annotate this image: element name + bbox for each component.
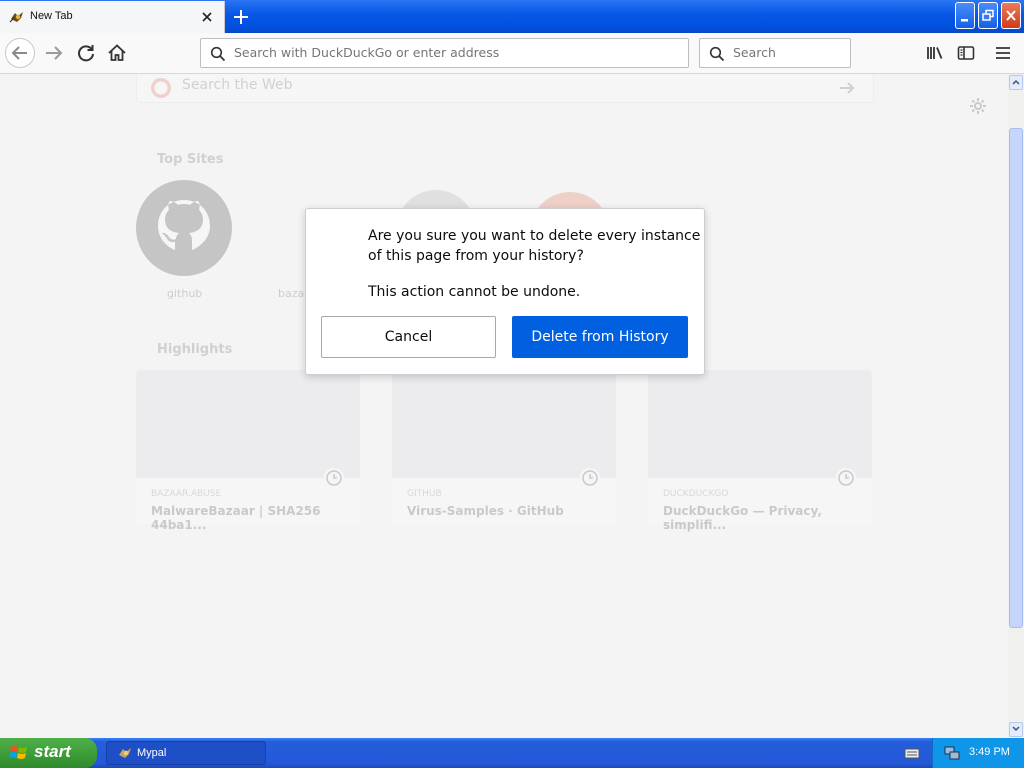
highlight-thumbnail bbox=[392, 370, 616, 478]
start-label: start bbox=[34, 742, 71, 761]
clock: 3:49 PM bbox=[969, 746, 1010, 758]
back-arrow-icon bbox=[11, 46, 27, 60]
cancel-button[interactable]: Cancel bbox=[321, 316, 496, 358]
search-input[interactable] bbox=[731, 44, 845, 61]
close-tab-icon[interactable] bbox=[198, 8, 216, 26]
highlight-source: BAZAAR.ABUSE bbox=[151, 489, 222, 499]
vertical-scrollbar[interactable] bbox=[1008, 74, 1024, 738]
hamburger-menu-icon bbox=[996, 47, 1010, 59]
mypal-favicon-icon bbox=[119, 748, 131, 758]
highlight-card[interactable]: BAZAAR.ABUSE MalwareBazaar | SHA256 44ba… bbox=[136, 370, 360, 532]
highlight-source: GITHUB bbox=[407, 489, 442, 499]
close-window-button[interactable] bbox=[1001, 2, 1021, 29]
highlight-title: DuckDuckGo — Privacy, simplifi... bbox=[663, 504, 822, 532]
chevron-up-icon bbox=[1012, 79, 1020, 85]
web-search-placeholder: Search the Web bbox=[182, 77, 293, 93]
scroll-thumb[interactable] bbox=[1009, 128, 1023, 628]
top-sites-title: Top Sites bbox=[157, 152, 224, 167]
web-search-box[interactable]: Search the Web bbox=[136, 74, 874, 103]
mypal-favicon-icon bbox=[9, 12, 23, 23]
clock-icon bbox=[580, 468, 600, 488]
minimize-icon bbox=[961, 19, 968, 22]
tab-new-tab[interactable]: New Tab bbox=[0, 1, 225, 33]
url-bar[interactable] bbox=[200, 38, 689, 68]
taskbar: start Mypal 3:49 PM bbox=[0, 738, 1024, 768]
new-tab-page: Search the Web Top Sites github bazaar H… bbox=[0, 74, 1008, 738]
highlight-title: Virus-Samples · GitHub bbox=[407, 504, 564, 518]
search-icon bbox=[210, 46, 226, 62]
highlight-thumbnail bbox=[648, 370, 872, 478]
taskbar-item-mypal[interactable]: Mypal bbox=[106, 741, 266, 765]
reload-button[interactable] bbox=[72, 39, 100, 67]
forward-arrow-icon bbox=[46, 46, 63, 60]
taskbar-item-label: Mypal bbox=[137, 747, 167, 759]
network-icon[interactable] bbox=[943, 745, 961, 761]
start-button[interactable]: start bbox=[0, 738, 97, 768]
tab-title: New Tab bbox=[30, 10, 73, 22]
search-bar[interactable] bbox=[699, 38, 851, 68]
gear-icon[interactable] bbox=[968, 96, 988, 116]
duckduckgo-logo-icon bbox=[151, 78, 171, 98]
search-go-arrow-icon[interactable] bbox=[837, 78, 857, 98]
menu-button[interactable] bbox=[989, 39, 1017, 67]
nav-toolbar bbox=[0, 33, 1024, 74]
top-site-label: github bbox=[167, 287, 203, 300]
minimize-button[interactable] bbox=[955, 2, 975, 29]
title-bar: New Tab bbox=[0, 0, 1024, 33]
url-input[interactable] bbox=[232, 44, 676, 61]
library-button[interactable] bbox=[921, 39, 949, 67]
github-logo-icon bbox=[136, 180, 232, 276]
delete-history-dialog: Are you sure you want to delete every in… bbox=[305, 208, 705, 375]
close-icon bbox=[1006, 10, 1016, 21]
restore-button[interactable] bbox=[978, 2, 998, 29]
sidebar-icon bbox=[957, 46, 975, 60]
highlights-title: Highlights bbox=[157, 342, 233, 357]
chevron-down-icon bbox=[1012, 726, 1020, 732]
scroll-up-button[interactable] bbox=[1009, 75, 1023, 90]
delete-from-history-button[interactable]: Delete from History bbox=[512, 316, 688, 358]
highlight-source: DUCKDUCKGO bbox=[663, 489, 729, 499]
windows-logo-icon bbox=[9, 746, 27, 759]
highlight-thumbnail bbox=[136, 370, 360, 478]
restore-icon bbox=[982, 9, 994, 21]
dialog-message-line-1: Are you sure you want to delete every in… bbox=[368, 228, 701, 244]
dialog-warning: This action cannot be undone. bbox=[368, 284, 581, 300]
forward-button[interactable] bbox=[40, 39, 68, 67]
new-tab-icon[interactable] bbox=[230, 6, 252, 28]
search-icon bbox=[709, 46, 725, 62]
reload-icon bbox=[78, 45, 94, 62]
back-button[interactable] bbox=[5, 38, 35, 68]
highlight-card[interactable]: DUCKDUCKGO DuckDuckGo — Privacy, simplif… bbox=[648, 370, 872, 532]
library-icon bbox=[927, 47, 943, 59]
highlight-title: MalwareBazaar | SHA256 44ba1... bbox=[151, 504, 321, 532]
home-button[interactable] bbox=[103, 39, 131, 67]
highlight-card[interactable]: GITHUB Virus-Samples · GitHub bbox=[392, 370, 616, 524]
clock-icon bbox=[836, 468, 856, 488]
sidebar-toggle-button[interactable] bbox=[952, 39, 980, 67]
system-tray: 3:49 PM bbox=[932, 738, 1024, 768]
dialog-message-line-2: of this page from your history? bbox=[368, 248, 584, 264]
clock-icon bbox=[324, 468, 344, 488]
keyboard-icon[interactable] bbox=[904, 746, 920, 760]
scroll-down-button[interactable] bbox=[1009, 722, 1023, 737]
home-icon bbox=[108, 44, 126, 61]
